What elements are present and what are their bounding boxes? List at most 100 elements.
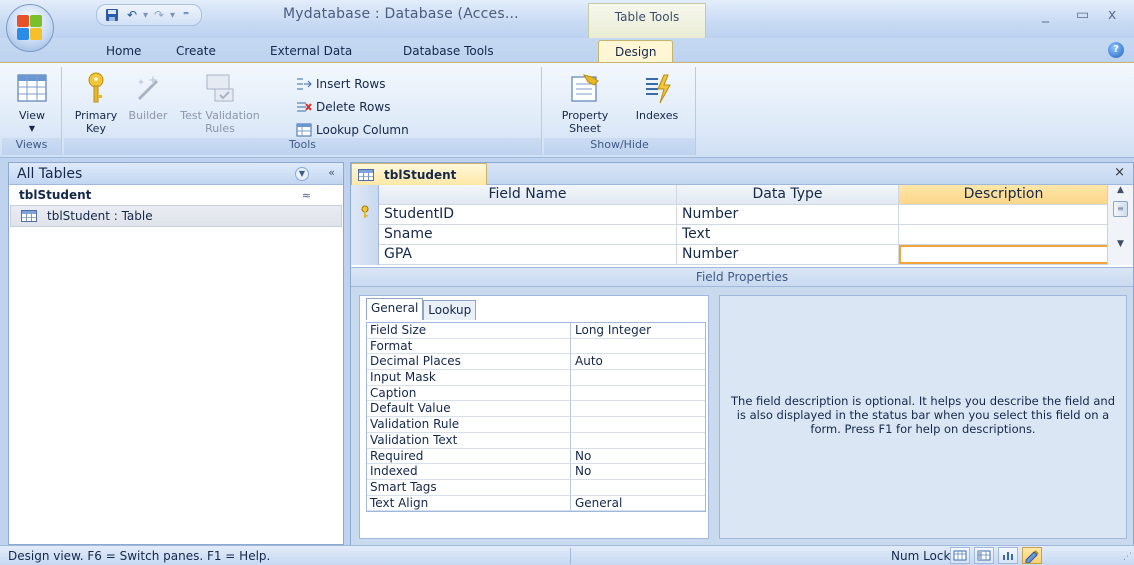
grid-vertical-scrollbar[interactable]: ▲ ≡ ▼ <box>1107 185 1133 265</box>
customize-qat-icon[interactable]: ⁼ <box>177 6 195 24</box>
property-value[interactable]: No <box>571 449 705 465</box>
pivottable-view-button[interactable] <box>974 547 994 564</box>
tab-lookup[interactable]: Lookup <box>423 300 477 320</box>
property-value[interactable]: No <box>571 464 705 480</box>
data-type-cell[interactable]: Number <box>677 245 899 264</box>
window-title: Mydatabase : Database (Acces... <box>283 6 519 22</box>
property-row[interactable]: Field Size Long Integer <box>367 323 705 339</box>
view-switcher <box>950 547 1042 564</box>
design-view-button[interactable] <box>1022 547 1042 564</box>
close-document-icon[interactable]: × <box>1114 165 1125 180</box>
property-label: Smart Tags <box>367 479 571 496</box>
property-value[interactable] <box>571 370 705 386</box>
tab-external-data[interactable]: External Data <box>270 44 352 58</box>
builder-button[interactable]: Builder <box>124 71 172 122</box>
property-value[interactable]: Long Integer <box>571 323 705 339</box>
property-value[interactable] <box>571 339 705 355</box>
column-header-field-name[interactable]: Field Name <box>379 185 677 204</box>
scroll-down-icon[interactable]: ▼ <box>1108 239 1133 253</box>
insert-rows-button[interactable]: Insert Rows <box>296 77 385 91</box>
ribbon-tabs: Home Create External Data Database Tools… <box>0 38 1134 64</box>
data-type-cell[interactable]: Text <box>677 225 899 244</box>
property-sheet-button[interactable]: Property Sheet <box>550 71 620 135</box>
maximize-icon[interactable]: ▭ <box>1076 7 1089 23</box>
property-row[interactable]: Default Value <box>367 401 705 418</box>
resize-grip-icon[interactable]: ⋰ <box>1123 552 1132 562</box>
description-cell[interactable] <box>899 205 1109 224</box>
view-button[interactable]: View ▼ <box>6 71 58 135</box>
nav-group-tblstudent[interactable]: tblStudent ≈ <box>9 185 343 205</box>
scroll-thumb[interactable]: ≡ <box>1113 201 1128 217</box>
table-row[interactable]: Sname Text <box>351 225 1109 245</box>
nav-pane-header[interactable]: All Tables ▼ « <box>9 163 343 185</box>
views-group-label: Views <box>2 138 61 155</box>
nav-pane-title: All Tables <box>17 165 83 182</box>
property-row[interactable]: Input Mask <box>367 370 705 386</box>
indexes-button[interactable]: Indexes <box>626 71 688 122</box>
field-name-cell[interactable]: Sname <box>379 225 677 244</box>
property-row[interactable]: Format <box>367 338 705 355</box>
property-row[interactable]: Validation Rule <box>367 417 705 433</box>
table-row[interactable]: GPA Number <box>351 245 1109 265</box>
table-row[interactable]: StudentID Number <box>351 205 1109 225</box>
data-type-cell[interactable]: Number <box>677 205 899 224</box>
document-tab-label: tblStudent <box>384 167 457 182</box>
lookup-column-button[interactable]: Lookup Column <box>296 123 409 137</box>
document-tab-tblstudent[interactable]: tblStudent <box>351 163 487 185</box>
tab-design[interactable]: Design <box>598 40 674 64</box>
tab-create[interactable]: Create <box>176 44 216 58</box>
column-header-description[interactable]: Description <box>899 185 1109 204</box>
pivotchart-view-button[interactable] <box>998 547 1018 564</box>
office-button[interactable] <box>6 4 54 52</box>
description-cell[interactable] <box>899 225 1109 244</box>
close-window-icon[interactable]: x <box>1108 7 1116 23</box>
save-icon[interactable] <box>103 6 121 24</box>
tab-database-tools[interactable]: Database Tools <box>403 44 494 58</box>
redo-dropdown-icon[interactable]: ▾ <box>170 10 175 21</box>
collapse-group-icon[interactable]: ≈ <box>302 189 311 202</box>
property-value[interactable] <box>571 480 705 496</box>
primary-key-icon[interactable] <box>351 205 379 225</box>
grid-header-row: Field Name Data Type Description <box>351 185 1109 205</box>
chevron-down-icon[interactable]: ▼ <box>295 167 309 181</box>
property-value[interactable]: Auto <box>571 354 705 371</box>
property-row[interactable]: Required No <box>367 448 705 465</box>
undo-icon[interactable]: ↶ <box>123 6 141 24</box>
lookup-column-label: Lookup Column <box>316 123 409 137</box>
property-row[interactable]: Caption <box>367 385 705 402</box>
row-selector[interactable] <box>351 225 379 245</box>
nav-item-tblstudent-table[interactable]: tblStudent : Table <box>10 205 342 227</box>
quick-access-toolbar: ↶ ▾ ↷ ▾ ⁼ <box>96 4 203 26</box>
tab-home[interactable]: Home <box>106 44 141 58</box>
minimize-icon[interactable]: _ <box>1042 7 1049 23</box>
row-selector[interactable] <box>351 245 379 265</box>
description-cell-active[interactable] <box>899 245 1109 264</box>
property-row[interactable]: Text Align General <box>367 495 705 512</box>
field-name-cell[interactable]: GPA <box>379 245 677 264</box>
test-validation-rules-button[interactable]: Test Validation Rules <box>172 71 268 135</box>
shutter-bar-close-icon[interactable]: « <box>328 166 335 179</box>
primary-key-button[interactable]: Primary Key <box>70 71 122 135</box>
property-value[interactable]: General <box>571 496 705 512</box>
property-row[interactable]: Decimal Places Auto <box>367 354 705 371</box>
property-value[interactable] <box>571 386 705 402</box>
property-value[interactable] <box>571 417 705 433</box>
delete-rows-button[interactable]: Delete Rows <box>296 100 390 114</box>
status-divider <box>570 548 571 564</box>
property-row[interactable]: Smart Tags <box>367 479 705 496</box>
table-icon <box>358 168 374 181</box>
property-label: Input Mask <box>367 370 571 386</box>
datasheet-view-button[interactable] <box>950 547 970 564</box>
property-value[interactable] <box>571 433 705 449</box>
property-row[interactable]: Indexed No <box>367 464 705 480</box>
column-header-data-type[interactable]: Data Type <box>677 185 899 204</box>
tab-general[interactable]: General <box>366 298 424 320</box>
select-all-corner[interactable] <box>351 185 379 205</box>
property-value[interactable] <box>571 401 705 418</box>
redo-icon[interactable]: ↷ <box>150 6 168 24</box>
scroll-up-icon[interactable]: ▲ <box>1108 185 1133 199</box>
undo-dropdown-icon[interactable]: ▾ <box>143 10 148 21</box>
field-name-cell[interactable]: StudentID <box>379 205 677 224</box>
help-icon[interactable]: ? <box>1108 42 1124 58</box>
property-row[interactable]: Validation Text <box>367 432 705 449</box>
